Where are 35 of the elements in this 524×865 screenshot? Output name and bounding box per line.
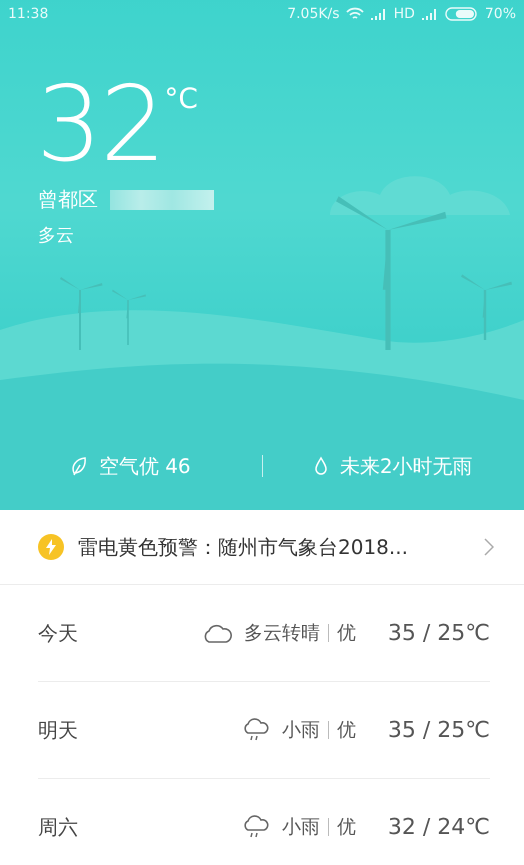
forecast-day: 周六 xyxy=(38,814,242,840)
water-drop-icon xyxy=(314,456,328,476)
status-time: 11:38 xyxy=(8,6,50,22)
network-type: HD xyxy=(394,6,415,22)
air-quality: 空气优 46 xyxy=(98,452,191,480)
lightning-icon xyxy=(38,534,64,560)
location-name: 曾都区 xyxy=(38,186,98,213)
forecast-air-quality: 优 xyxy=(337,621,356,646)
battery-percent: 70% xyxy=(484,6,516,22)
temperature-unit: °C xyxy=(164,82,198,115)
forecast-condition: 多云转晴 xyxy=(244,621,320,646)
forecast-temperatures: 32 / 24℃ xyxy=(386,814,490,840)
battery-icon xyxy=(444,7,479,21)
alert-text: 雷电黄色预警：随州市气象台2018... xyxy=(78,534,409,560)
wifi-icon xyxy=(346,7,364,21)
forecast-day: 今天 xyxy=(38,620,202,646)
signal-icon xyxy=(420,8,439,20)
rain-cloud-icon xyxy=(242,814,270,840)
weather-alert[interactable]: 雷电黄色预警：随州市气象台2018... xyxy=(0,510,524,585)
forecast-air-quality: 优 xyxy=(337,718,356,743)
forecast-condition: 小雨 xyxy=(282,718,320,743)
rain-forecast: 未来2小时无雨 xyxy=(340,452,473,480)
forecast-condition: 小雨 xyxy=(282,815,320,840)
rain-cloud-icon xyxy=(242,717,270,743)
temperature: 32 xyxy=(36,76,164,172)
signal-icon xyxy=(370,8,388,20)
leaf-icon xyxy=(70,456,87,476)
cloud-icon xyxy=(202,622,232,644)
network-speed: 7.05K/s xyxy=(287,6,340,22)
forecast-day: 明天 xyxy=(38,716,242,744)
forecast-temperatures: 35 / 25℃ xyxy=(386,718,490,742)
weather-condition: 多云 xyxy=(37,224,75,247)
forecast-temperatures: 35 / 25℃ xyxy=(386,620,490,646)
chevron-right-icon xyxy=(484,538,494,556)
forecast-air-quality: 优 xyxy=(337,815,356,840)
